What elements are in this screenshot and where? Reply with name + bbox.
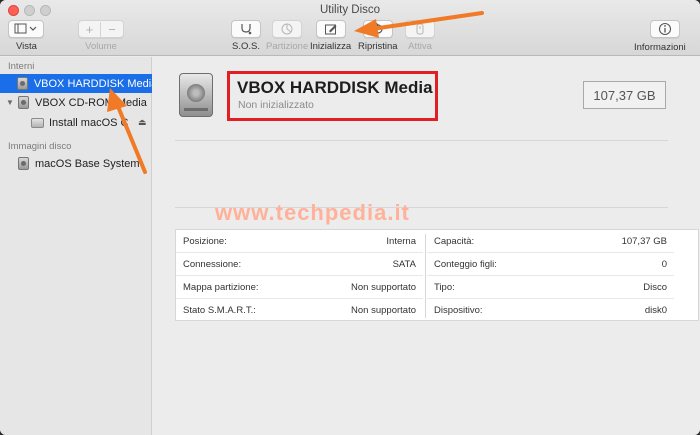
info-value: 0 (661, 258, 667, 270)
info-row: Connessione: SATA (176, 253, 423, 276)
inizializza-control: Inizializza (310, 20, 351, 52)
erase-pencil-icon (324, 24, 337, 35)
volume-control: + − Volume (78, 20, 124, 52)
info-value: Interna (386, 235, 416, 247)
volume-add-remove-button[interactable]: + − (78, 20, 124, 38)
sidebar-item-label: VBOX HARDDISK Media (33, 77, 152, 90)
section-images-header: Immagini disco (8, 141, 72, 152)
sidebar-item-install-macos[interactable]: Install macOS C ⏏ (0, 113, 152, 132)
inizializza-label: Inizializza (310, 41, 352, 52)
hard-disk-icon (17, 77, 28, 90)
info-column-left: Posizione: Interna Connessione: SATA Mappa… (176, 230, 423, 322)
ripristina-label: Ripristina (358, 41, 398, 52)
disk-status: Non inizializzato (238, 99, 314, 111)
toolbar: Utility Disco Vista + − Volume S.O.S. Pa… (0, 0, 700, 56)
vista-control: Vista (8, 20, 44, 52)
sidebar-item-label: VBOX CD-ROM Media (35, 96, 147, 109)
vista-button[interactable] (8, 20, 44, 38)
watermark: www.techpedia.it (215, 200, 410, 225)
info-column-right: Capacità: 107,37 GB Conteggio figli: 0 Tip… (427, 230, 674, 322)
info-label: Posizione: (183, 235, 227, 247)
disk-name-highlight: VBOX HARDDISK Media Non inizializzato (227, 71, 438, 121)
info-value: Non supportato (351, 281, 416, 293)
info-row: Tipo: Disco (427, 276, 674, 299)
partizione-button[interactable] (272, 20, 303, 38)
info-value: disk0 (644, 305, 667, 316)
stethoscope-icon (241, 24, 252, 35)
info-icon (658, 22, 671, 36)
hard-disk-icon (18, 96, 29, 109)
info-label: Connessione: (183, 258, 242, 270)
info-row: Dispositivo: disk0 (427, 299, 674, 322)
partizione-label: Partizione (266, 41, 309, 52)
volume-label: Volume (85, 41, 117, 52)
info-value: Disco (643, 281, 667, 293)
partizione-control: Partizione (266, 20, 308, 52)
disk-image-icon (18, 157, 29, 170)
sidebar-item-vbox-cdrom[interactable]: ▼ VBOX CD-ROM Media (0, 93, 152, 112)
disclosure-triangle-icon[interactable]: ▼ (5, 98, 15, 107)
sidebar-item-label: macOS Base System (35, 157, 140, 170)
sidebar-item-vbox-harddisk[interactable]: VBOX HARDDISK Media (0, 74, 152, 93)
mount-icon (416, 23, 424, 35)
info-label: Conteggio figli: (434, 258, 497, 270)
attiva-control: Attiva (405, 20, 435, 52)
informazioni-button[interactable] (649, 20, 680, 38)
disk-info-table: Posizione: Interna Connessione: SATA Mappa… (175, 229, 699, 321)
sidebar-item-macos-base-system[interactable]: macOS Base System (0, 154, 152, 173)
info-value: Non supportato (351, 305, 416, 316)
disk-name: VBOX HARDDISK Media (237, 78, 433, 97)
partition-pie-icon (281, 23, 293, 35)
ripristina-button[interactable] (362, 20, 393, 38)
ripristina-control: Ripristina (358, 20, 398, 52)
plus-icon: + (79, 21, 101, 37)
large-hard-disk-icon (179, 73, 213, 117)
informazioni-control: Informazioni (634, 20, 686, 53)
info-value: SATA (392, 258, 416, 270)
divider (175, 140, 668, 141)
info-label: Mappa partizione: (183, 281, 259, 293)
info-column-divider (425, 234, 426, 318)
info-label: Tipo: (434, 281, 455, 293)
sos-control: S.O.S. (231, 20, 261, 52)
section-internal-header: Interni (8, 61, 35, 72)
main-panel: VBOX HARDDISK Media Non inizializzato 10… (153, 57, 700, 435)
sos-label: S.O.S. (232, 41, 260, 52)
info-value: 107,37 GB (621, 235, 667, 247)
restore-icon (373, 23, 383, 34)
window-title: Utility Disco (319, 4, 381, 16)
info-row: Mappa partizione: Non supportato (176, 276, 423, 299)
inizializza-button[interactable] (315, 20, 346, 38)
attiva-button[interactable] (405, 20, 435, 38)
sidebar: Interni VBOX HARDDISK Media ▼ VBOX CD-RO… (0, 57, 152, 435)
minus-icon: − (108, 21, 116, 37)
info-label: Stato S.M.A.R.T.: (183, 305, 256, 316)
sidebar-view-icon (14, 23, 37, 34)
informazioni-label: Informazioni (634, 42, 686, 53)
eject-icon[interactable]: ⏏ (138, 117, 147, 128)
sidebar-item-label: Install macOS C (49, 116, 129, 129)
vista-label: Vista (16, 41, 37, 52)
info-label: Dispositivo: (434, 305, 483, 316)
info-row: Posizione: Interna (176, 230, 423, 253)
volume-icon (31, 117, 44, 128)
info-label: Capacità: (434, 235, 475, 247)
attiva-label: Attiva (408, 41, 432, 52)
utility-disco-window: Utility Disco Vista + − Volume S.O.S. Pa… (0, 0, 700, 435)
info-row: Conteggio figli: 0 (427, 253, 674, 276)
sos-button[interactable] (231, 20, 261, 38)
disk-size-badge: 107,37 GB (583, 81, 666, 109)
info-row: Capacità: 107,37 GB (427, 230, 674, 253)
info-row: Stato S.M.A.R.T.: Non supportato (176, 299, 423, 322)
